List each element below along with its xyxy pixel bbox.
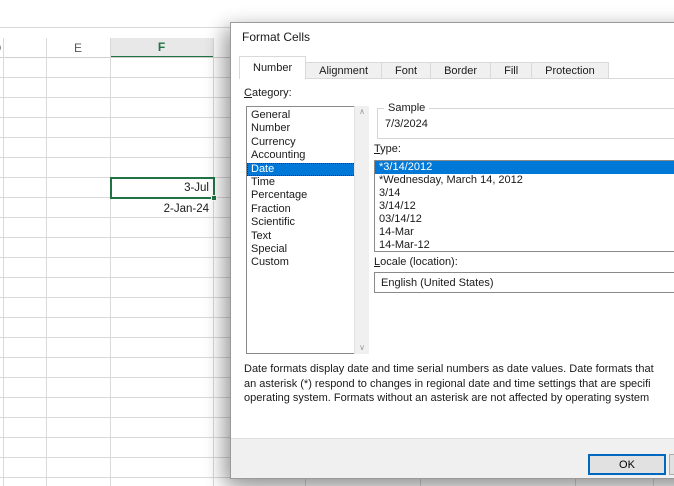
scroll-down-icon[interactable]: ∨ (359, 344, 365, 352)
category-description: Date formats display date and time seria… (244, 362, 654, 406)
sample-legend: Sample (384, 102, 429, 114)
sample-value: 7/3/2024 (385, 118, 428, 130)
tab-border[interactable]: Border (431, 62, 491, 79)
category-listbox[interactable]: General Number Currency Accounting Date … (246, 106, 369, 354)
locale-dropdown[interactable]: English (United States) (374, 272, 674, 293)
category-item-selected[interactable]: Date (247, 163, 368, 176)
category-item[interactable]: Number (247, 122, 368, 135)
tab-alignment[interactable]: Alignment (306, 62, 382, 79)
tab-fill[interactable]: Fill (491, 62, 532, 79)
description-line: operating system. Formats without an ast… (244, 391, 654, 406)
gridline (110, 38, 111, 486)
category-item[interactable]: Percentage (247, 189, 368, 202)
ok-button[interactable]: OK (588, 454, 666, 475)
screen: D E F 3-Jul 2-Jan-24 Format Cells Number… (0, 0, 674, 486)
format-cells-dialog: Format Cells Number Alignment Font Borde… (230, 22, 674, 479)
column-header-f[interactable]: F (110, 38, 213, 58)
sample-groupbox: Sample 7/3/2024 (377, 108, 674, 139)
category-item[interactable]: General (247, 109, 368, 122)
category-scrollbar[interactable]: ∧ ∨ (354, 106, 369, 354)
cancel-button[interactable] (669, 454, 674, 475)
category-list: General Number Currency Accounting Date … (246, 106, 369, 354)
type-listbox[interactable]: *3/14/2012 *Wednesday, March 14, 2012 3/… (374, 160, 674, 252)
category-item[interactable]: Text (247, 230, 368, 243)
tab-protection[interactable]: Protection (532, 62, 609, 79)
category-label-mnemonic: C (244, 87, 252, 99)
category-item[interactable]: Time (247, 176, 368, 189)
type-item[interactable]: 14-Mar-12 (375, 239, 674, 252)
selected-cell[interactable]: 3-Jul (110, 177, 215, 199)
gridline (213, 38, 214, 486)
description-line: Date formats display date and time seria… (244, 362, 654, 377)
type-item[interactable]: 3/14 (375, 187, 674, 200)
locale-label: Locale (location): (374, 256, 458, 268)
cell-below-selection[interactable]: 2-Jan-24 (110, 199, 213, 218)
scroll-up-icon[interactable]: ∧ (359, 108, 365, 116)
type-label-rest: ype: (380, 143, 401, 155)
locale-label-rest: ocale (location): (380, 256, 458, 268)
category-item[interactable]: Accounting (247, 149, 368, 162)
type-item[interactable]: *Wednesday, March 14, 2012 (375, 174, 674, 187)
category-item[interactable]: Currency (247, 136, 368, 149)
dialog-footer: OK (231, 438, 674, 478)
type-item[interactable]: 3/14/12 (375, 200, 674, 213)
type-label: Type: (374, 143, 401, 155)
gridline (46, 38, 47, 486)
gridline (3, 38, 4, 486)
category-item[interactable]: Fraction (247, 203, 368, 216)
type-item[interactable]: 03/14/12 (375, 213, 674, 226)
type-item-selected[interactable]: *3/14/2012 (375, 161, 674, 174)
category-label: Category: (244, 87, 292, 99)
type-item[interactable]: 14-Mar (375, 226, 674, 239)
column-header-e[interactable]: E (46, 38, 110, 58)
tab-strip: Number Alignment Font Border Fill Protec… (239, 56, 609, 79)
category-item[interactable]: Custom (247, 256, 368, 269)
category-item[interactable]: Special (247, 243, 368, 256)
description-line: an asterisk (*) respond to changes in re… (244, 377, 654, 392)
dialog-title: Format Cells (242, 30, 310, 44)
category-label-rest: ategory: (252, 87, 292, 99)
tab-number[interactable]: Number (239, 56, 306, 79)
category-item[interactable]: Scientific (247, 216, 368, 229)
tab-font[interactable]: Font (382, 62, 431, 79)
